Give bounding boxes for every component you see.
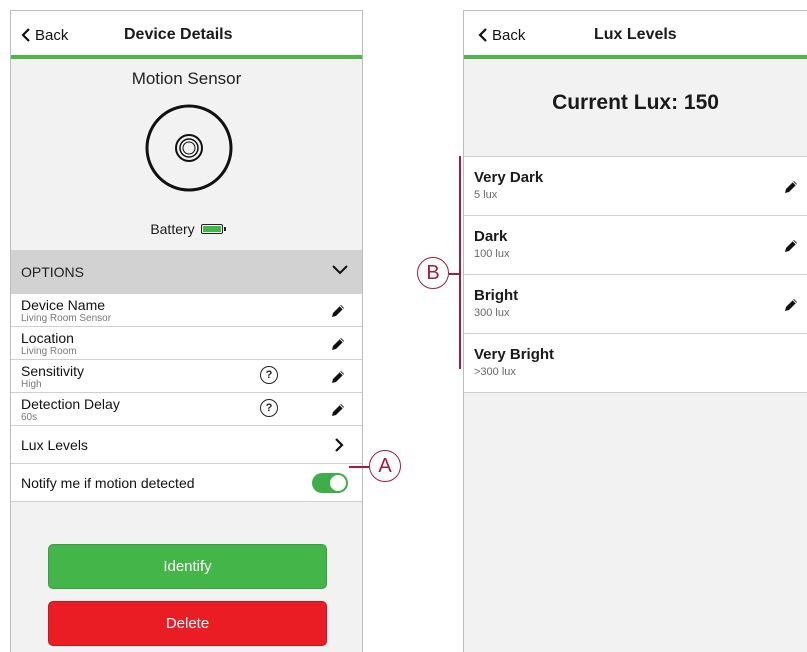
identify-button[interactable]: Identify	[48, 544, 327, 589]
lux-level-value: 100 lux	[474, 248, 510, 260]
chevron-down-icon	[332, 265, 348, 275]
pencil-icon[interactable]	[783, 179, 799, 195]
option-label: Notify me if motion detected	[21, 475, 195, 491]
option-label: Device Name	[21, 297, 106, 313]
lux-level-name: Dark	[474, 228, 508, 245]
lux-level-name: Bright	[474, 287, 519, 304]
navbar: Back Device Details	[11, 11, 362, 59]
back-label: Back	[492, 26, 526, 44]
help-icon[interactable]: ?	[260, 399, 278, 417]
options-label: OPTIONS	[21, 264, 85, 280]
page-title: Device Details	[124, 26, 233, 43]
option-value: 60s	[21, 412, 38, 423]
lux-level-very-dark[interactable]: Very Dark 5 lux	[464, 157, 807, 216]
option-value: High	[21, 379, 42, 390]
lux-level-list: Very Dark 5 lux Dark 100 lux Bright 300 …	[464, 156, 807, 393]
lux-level-name: Very Bright	[474, 346, 555, 363]
motion-sensor-icon	[145, 104, 233, 192]
battery-label: Battery	[150, 221, 195, 237]
delete-button[interactable]: Delete	[48, 601, 327, 646]
option-label: Sensitivity	[21, 363, 85, 379]
back-button[interactable]: Back	[478, 11, 525, 59]
option-lux-levels[interactable]: Lux Levels	[11, 426, 362, 464]
help-icon[interactable]: ?	[260, 366, 278, 384]
device-header: Motion Sensor Battery	[11, 63, 362, 259]
option-sensitivity[interactable]: Sensitivity High ?	[11, 360, 362, 393]
page-title: Lux Levels	[594, 26, 677, 43]
callout-b-bracket	[459, 156, 461, 369]
callout-b-line	[449, 273, 459, 275]
lux-level-name: Very Dark	[474, 169, 544, 186]
pencil-icon[interactable]	[783, 297, 799, 313]
notify-toggle[interactable]	[312, 473, 348, 493]
options-header[interactable]: OPTIONS	[11, 250, 362, 294]
option-detection-delay[interactable]: Detection Delay 60s ?	[11, 393, 362, 426]
chevron-left-icon	[478, 28, 487, 42]
callout-a-line	[349, 466, 369, 468]
battery-icon	[200, 224, 226, 234]
pencil-icon[interactable]	[330, 336, 346, 352]
options-list: Device Name Living Room Sensor Location …	[11, 294, 362, 502]
lux-level-dark[interactable]: Dark 100 lux	[464, 216, 807, 275]
device-type: Motion Sensor	[131, 69, 242, 88]
battery-status: Battery	[11, 221, 362, 237]
back-button[interactable]: Back	[21, 11, 68, 59]
lux-levels-screen: Back Lux Levels Current Lux: 150 Very Da…	[463, 10, 807, 652]
back-label: Back	[35, 26, 69, 44]
device-details-screen: Back Device Details Motion Sensor Batter…	[10, 10, 363, 652]
lux-level-very-bright: Very Bright >300 lux	[464, 334, 807, 393]
pencil-icon[interactable]	[330, 303, 346, 319]
callout-b: B	[417, 257, 449, 289]
callout-a: A	[369, 450, 401, 482]
pencil-icon[interactable]	[330, 369, 346, 385]
option-value: Living Room Sensor	[21, 313, 112, 324]
lux-level-value: 300 lux	[474, 307, 510, 319]
chevron-left-icon	[21, 28, 30, 42]
option-location[interactable]: Location Living Room	[11, 327, 362, 360]
lux-level-bright[interactable]: Bright 300 lux	[464, 275, 807, 334]
option-label: Detection Delay	[21, 396, 120, 412]
option-notify-motion: Notify me if motion detected	[11, 464, 362, 502]
option-value: Living Room	[21, 346, 77, 357]
pencil-icon[interactable]	[330, 402, 346, 418]
lux-level-value: 5 lux	[474, 189, 498, 201]
lux-level-value: >300 lux	[474, 366, 516, 378]
option-label: Lux Levels	[21, 437, 88, 453]
option-label: Location	[21, 330, 74, 346]
pencil-icon[interactable]	[783, 238, 799, 254]
chevron-right-icon	[335, 438, 344, 452]
navbar: Back Lux Levels	[464, 11, 807, 59]
option-device-name[interactable]: Device Name Living Room Sensor	[11, 294, 362, 327]
current-lux-readout: Current Lux: 150	[552, 91, 719, 114]
